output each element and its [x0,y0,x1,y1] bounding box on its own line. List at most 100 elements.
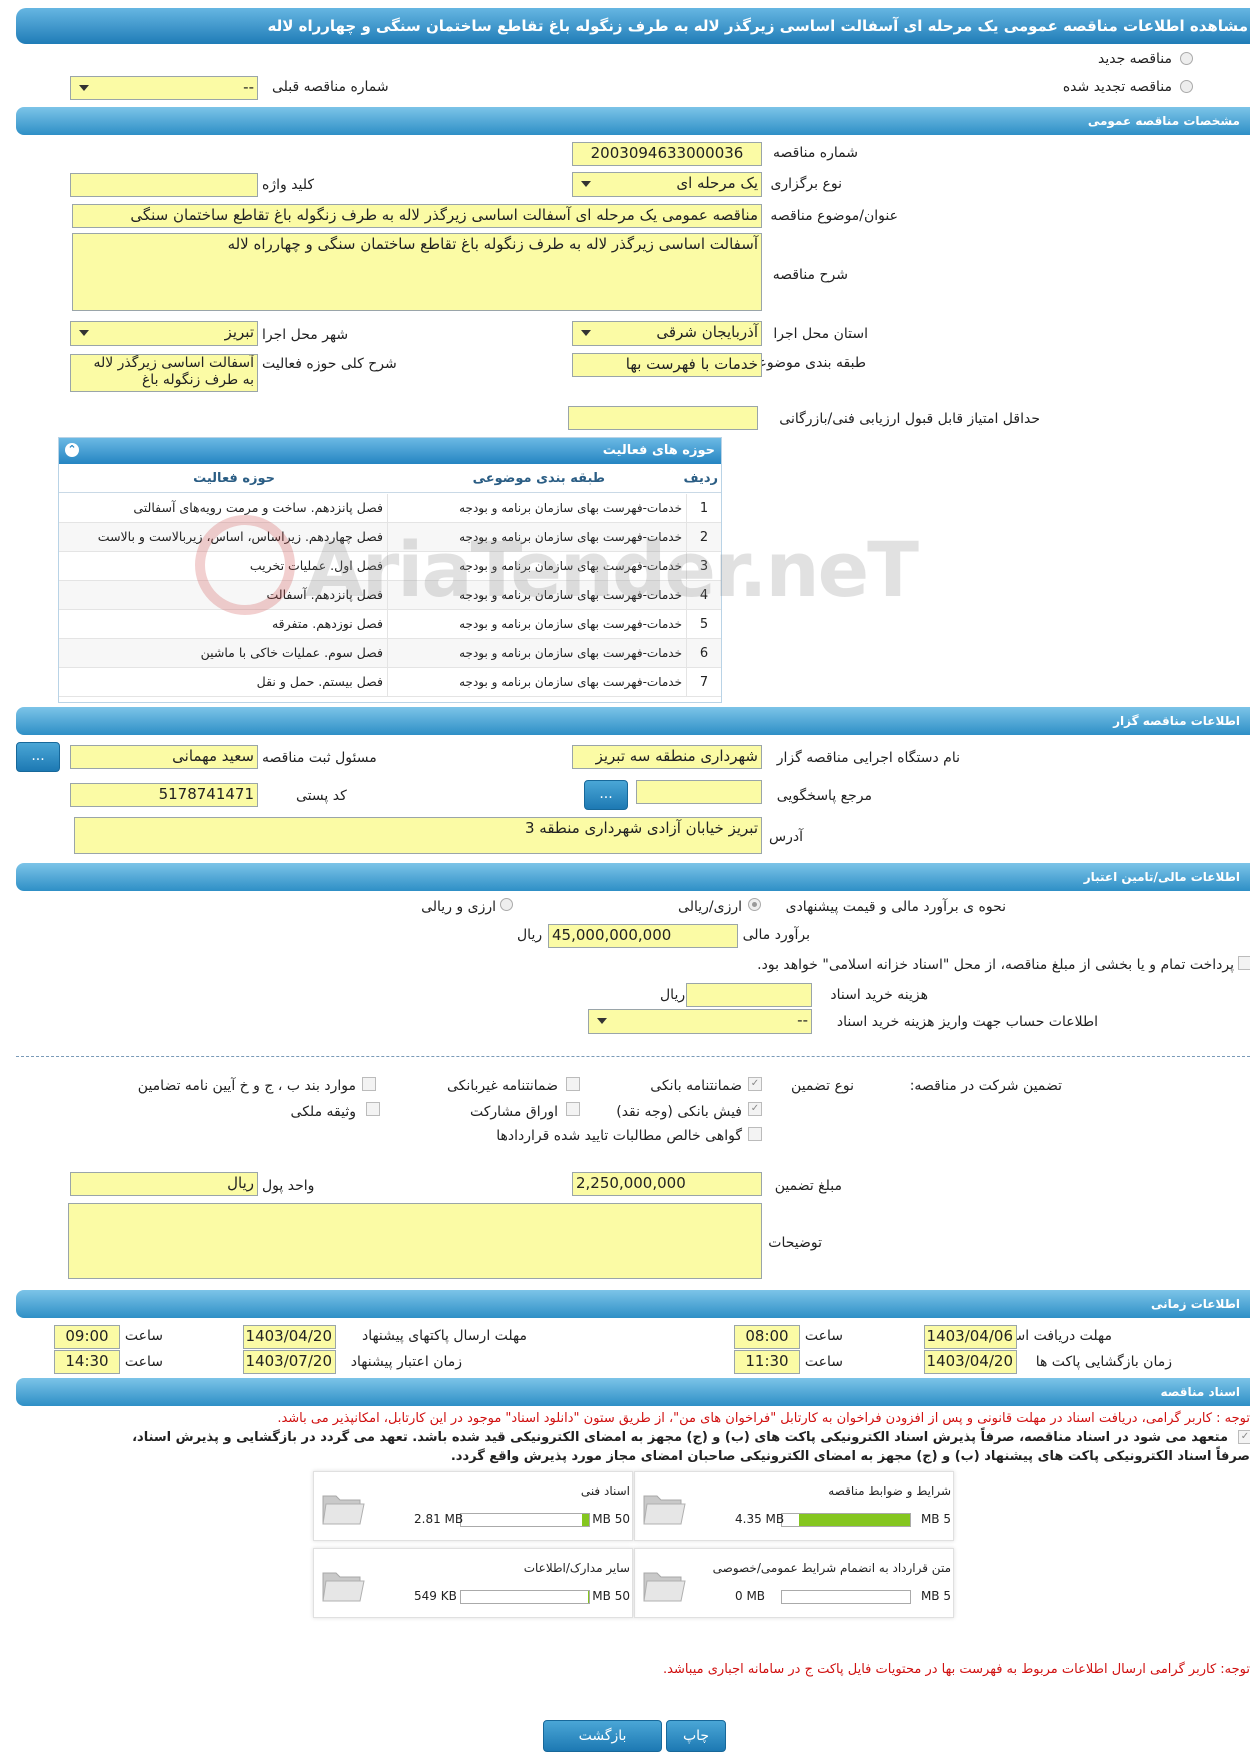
bonds-checkbox[interactable] [566,1102,580,1116]
doc-cost-field[interactable] [686,983,812,1007]
receive-time-field[interactable]: 08:00 [734,1325,800,1349]
guarantee-label: تضمین شرکت در مناقصه: [909,1078,1062,1094]
tender-number-label: شماره مناقصه [773,145,858,161]
resp-label: مسئول ثبت مناقصه [262,750,377,766]
keyword-field[interactable] [70,173,258,197]
doc-card-max: 5 MB [920,1512,951,1526]
receive-date-field[interactable]: 1403/04/06 [924,1325,1017,1349]
send-time-label: ساعت [124,1328,163,1344]
new-tender-radio[interactable] [1180,52,1193,65]
amount-field[interactable]: 2,250,000,000 [572,1172,762,1196]
subject-field[interactable]: مناقصه عمومی یک مرحله ای آسفالت اساسی زی… [72,204,762,228]
send-label: مهلت ارسال پاکتهای پیشنهاد [361,1328,527,1344]
type-select[interactable]: یک مرحله ای [572,172,762,197]
tender-number-field[interactable]: 2003094633000036 [572,142,762,166]
activity-row: 1 خدمات-فهرست بهای سازمان برنامه و بودجه ف… [59,494,721,523]
method-opt1-radio[interactable] [748,898,761,911]
min-score-field[interactable] [568,406,758,430]
city-select[interactable]: تبریز [70,321,258,346]
valid-date-field[interactable]: 1403/07/20 [243,1350,336,1374]
notes-field[interactable] [68,1203,762,1279]
doc-card-progress-fill [581,1514,589,1526]
print-button[interactable]: چاپ [666,1720,726,1752]
claims-checkbox[interactable] [748,1127,762,1141]
account-select[interactable]: -- [588,1009,812,1034]
open-date-field[interactable]: 1403/04/20 [924,1350,1017,1374]
cash-receipt-checkbox[interactable]: ✓ [748,1102,762,1116]
send-date-field[interactable]: 1403/04/20 [243,1325,336,1349]
postal-field[interactable]: 5178741471 [70,783,258,807]
scope-label: شرح کلی حوزه فعالیت [262,356,397,372]
currency-field[interactable]: ریال [70,1172,258,1196]
back-button[interactable]: بازگشت [543,1720,662,1752]
doc-card[interactable]: سایر مدارک/اطلاعات 50 MB 549 KB [313,1548,633,1618]
activity-row-scope: فصل سوم. عملیات خاکی با ماشین [59,638,388,668]
ref-field[interactable] [636,780,762,804]
pledge-checkbox[interactable]: ✓ [1238,1430,1250,1444]
pledge-line2: صرفاً اسناد الکترونیکی پاکت های پیشنهاد … [450,1449,1250,1464]
activities-panel: حوزه های فعالیت ⌃ ردیف طبقه بندی موضوعی … [58,437,722,703]
notes-label: توضیحات [768,1235,822,1251]
doc-card[interactable]: متن قرارداد به انضمام شرایط عمومی/خصوصی 5… [634,1548,954,1618]
prev-number-select[interactable]: -- [70,76,258,100]
activity-row-number: 1 [686,494,721,523]
min-score-label: حداقل امتیاز قابل قبول ارزیابی فنی/بازرگ… [779,411,1040,427]
category-label: طبقه بندی موضوعی [746,355,866,371]
org-label: نام دستگاه اجرایی مناقصه گزار [776,750,960,766]
category-field[interactable]: خدمات با فهرست بها [572,353,762,377]
doc-card-max: 50 MB [592,1512,630,1526]
doc-card-max: 50 MB [592,1589,630,1603]
org-field[interactable]: شهرداری منطقه سه تبریز [572,745,762,769]
finance-header: اطلاعات مالی/تامین اعتبار [16,863,1250,891]
activity-row-scope: فصل اول. عملیات تخریب [59,551,388,581]
doc-card[interactable]: اسناد فنی 50 MB 2.81 MB [313,1471,633,1541]
postal-label: کد پستی [296,788,347,804]
currency-label: واحد پول [262,1178,315,1194]
col-row: ردیف [683,471,718,486]
renewed-tender-radio[interactable] [1180,80,1193,93]
activity-row-scope: فصل پانزدهم. آسفالت [59,580,388,610]
organizer-header: اطلاعات مناقصه گزار [16,707,1250,735]
pledge-line1: متعهد می شود در اسناد مناقصه، صرفاً پذیر… [132,1430,1228,1445]
bank-guarantee-checkbox[interactable]: ✓ [748,1077,762,1091]
province-select[interactable]: آذربایجان شرقی [572,321,762,346]
subject-label: عنوان/موضوع مناقصه [770,208,898,224]
activity-row-number: 6 [686,638,721,668]
open-time-field[interactable]: 11:30 [734,1350,800,1374]
doc-card[interactable]: شرایط و ضوابط مناقصه 5 MB 4.35 MB [634,1471,954,1541]
claims-label: گواهی خالص مطالبات تایید شده قراردادها [496,1128,742,1144]
doc-cost-unit: ریال [660,987,686,1003]
activity-row-category: خدمات-فهرست بهای سازمان برنامه و بودجه [387,494,687,523]
valid-time-field[interactable]: 14:30 [54,1350,120,1374]
desc-field[interactable]: آسفالت اساسی زیرگذر لاله به طرف زنگوله ب… [72,233,762,311]
doc-card-title: متن قرارداد به انضمام شرایط عمومی/خصوصی [712,1561,951,1575]
type-label: نوع برگزاری [770,176,842,192]
activity-row-category: خدمات-فهرست بهای سازمان برنامه و بودجه [387,580,687,610]
activity-row-number: 4 [686,580,721,610]
address-field[interactable]: تبریز خیابان آزادی شهرداری منطقه 3 [74,817,762,854]
nonbank-guarantee-checkbox[interactable] [566,1077,580,1091]
scope-field[interactable]: آسفالت اساسی زیرگذر لاله به طرف زنگوله ب… [70,354,258,392]
doc-card-max: 5 MB [920,1589,951,1603]
activity-row: 4 خدمات-فهرست بهای سازمان برنامه و بودجه ف… [59,580,721,610]
send-time-field[interactable]: 09:00 [54,1325,120,1349]
estimate-field[interactable]: 45,000,000,000 [548,924,738,948]
activity-row-scope: فصل بیستم. حمل و نقل [59,667,388,697]
resp-field[interactable]: سعید مهمانی [70,745,258,769]
cash-receipt-label: فیش بانکی (وجه نقد) [616,1104,742,1120]
activity-row-number: 5 [686,609,721,639]
method-opt2-radio[interactable] [500,898,513,911]
doc-card-progress [460,1590,590,1604]
ref-more-button[interactable]: ... [584,780,628,810]
doc-card-progress [460,1513,590,1527]
col-scope: حوزه فعالیت [193,471,275,486]
doc-card-title: شرایط و ضوابط مناقصه [828,1484,951,1498]
resp-more-button[interactable]: ... [16,742,60,772]
property-checkbox[interactable] [366,1102,380,1116]
doc-card-size: 2.81 MB [414,1512,464,1526]
activity-row-category: خدمات-فهرست بهای سازمان برنامه و بودجه [387,522,687,552]
open-label: زمان بازگشایی پاکت ها [1035,1354,1172,1370]
collapse-icon[interactable]: ⌃ [65,443,79,457]
treasury-checkbox[interactable] [1238,956,1250,970]
clauses-checkbox[interactable] [362,1077,376,1091]
